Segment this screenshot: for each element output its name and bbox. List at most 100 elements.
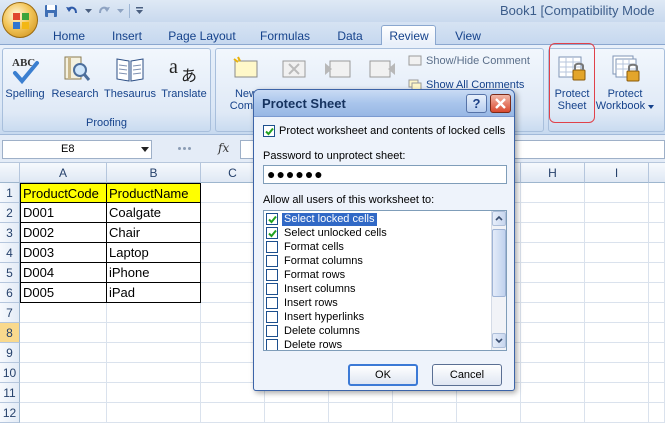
tab-home[interactable]: Home <box>50 27 88 45</box>
permission-checkbox[interactable] <box>266 227 278 239</box>
scroll-down-button[interactable] <box>492 333 506 348</box>
grid-cell[interactable] <box>649 383 665 403</box>
permission-item[interactable]: Format rows <box>266 268 347 282</box>
next-comment-button[interactable] <box>364 53 400 88</box>
protect-worksheet-checkbox-row[interactable]: Protect worksheet and contents of locked… <box>263 125 505 137</box>
grid-cell[interactable] <box>201 403 265 423</box>
grid-cell[interactable] <box>585 243 649 263</box>
grid-cell[interactable] <box>649 323 665 343</box>
grid-cell[interactable] <box>107 323 201 343</box>
permission-checkbox[interactable] <box>266 255 278 267</box>
undo-dropdown-icon[interactable] <box>84 3 92 19</box>
row-header[interactable]: 6 <box>0 283 20 303</box>
grid-cell[interactable] <box>521 403 585 423</box>
table-cell[interactable]: Coalgate <box>107 203 201 223</box>
grid-cell[interactable] <box>20 363 107 383</box>
row-header[interactable]: 10 <box>0 363 20 383</box>
grid-cell[interactable] <box>393 403 457 423</box>
grid-cell[interactable] <box>107 343 201 363</box>
cancel-button[interactable]: Cancel <box>432 364 502 386</box>
tab-data[interactable]: Data <box>332 27 368 45</box>
grid-cell[interactable] <box>20 383 107 403</box>
grid-cell[interactable] <box>521 183 585 203</box>
name-box-dropdown-icon[interactable] <box>141 147 149 152</box>
permission-checkbox[interactable] <box>266 311 278 323</box>
permission-item[interactable]: Delete columns <box>266 324 362 338</box>
permission-item[interactable]: Select locked cells <box>266 212 377 226</box>
tab-formulas[interactable]: Formulas <box>255 27 315 45</box>
tab-view[interactable]: View <box>448 27 488 45</box>
column-header[interactable] <box>649 163 665 183</box>
permissions-scrollbar[interactable] <box>491 211 506 350</box>
spelling-button[interactable]: ABC Spelling <box>3 53 47 100</box>
grid-cell[interactable] <box>649 203 665 223</box>
table-cell[interactable]: D005 <box>20 283 107 303</box>
grid-cell[interactable] <box>585 203 649 223</box>
table-header-cell[interactable]: ProductCode <box>20 183 107 203</box>
dialog-title-bar[interactable]: Protect Sheet ? <box>254 90 514 117</box>
redo-icon[interactable] <box>95 3 113 19</box>
grid-cell[interactable] <box>649 263 665 283</box>
column-header[interactable]: B <box>107 163 201 183</box>
tab-page-layout[interactable]: Page Layout <box>166 27 238 45</box>
grid-cell[interactable] <box>649 223 665 243</box>
grid-cell[interactable] <box>521 383 585 403</box>
show-hide-comment-button[interactable]: Show/Hide Comment <box>408 55 530 67</box>
grid-cell[interactable] <box>107 363 201 383</box>
table-cell[interactable]: iPhone <box>107 263 201 283</box>
grid-cell[interactable] <box>521 303 585 323</box>
office-button[interactable] <box>2 2 38 38</box>
permission-item[interactable]: Format columns <box>266 254 365 268</box>
undo-icon[interactable] <box>63 3 81 19</box>
permission-checkbox[interactable] <box>266 297 278 309</box>
permission-checkbox[interactable] <box>266 269 278 281</box>
grid-cell[interactable] <box>329 403 393 423</box>
grid-cell[interactable] <box>585 363 649 383</box>
grid-cell[interactable] <box>585 263 649 283</box>
permission-checkbox[interactable] <box>266 325 278 337</box>
grid-cell[interactable] <box>585 283 649 303</box>
ok-button[interactable]: OK <box>348 364 418 386</box>
grid-cell[interactable] <box>649 303 665 323</box>
permission-item[interactable]: Format cells <box>266 240 346 254</box>
table-cell[interactable]: D003 <box>20 243 107 263</box>
permission-checkbox[interactable] <box>266 283 278 295</box>
grid-cell[interactable] <box>107 383 201 403</box>
row-header[interactable]: 11 <box>0 383 20 403</box>
name-box[interactable]: E8 <box>2 140 152 159</box>
table-header-cell[interactable]: ProductName <box>107 183 201 203</box>
translate-button[interactable]: a あ Translate <box>158 53 210 100</box>
table-cell[interactable]: Laptop <box>107 243 201 263</box>
table-cell[interactable]: D002 <box>20 223 107 243</box>
tab-review[interactable]: Review <box>384 27 434 45</box>
row-header[interactable]: 7 <box>0 303 20 323</box>
column-header[interactable]: I <box>585 163 649 183</box>
grid-cell[interactable] <box>649 403 665 423</box>
save-icon[interactable] <box>42 3 60 19</box>
grid-cell[interactable] <box>521 343 585 363</box>
row-header[interactable]: 9 <box>0 343 20 363</box>
column-header[interactable]: A <box>20 163 107 183</box>
permission-checkbox[interactable] <box>266 339 278 350</box>
delete-comment-button[interactable] <box>276 53 312 88</box>
row-header[interactable]: 12 <box>0 403 20 423</box>
grid-cell[interactable] <box>107 303 201 323</box>
row-header[interactable]: 1 <box>0 183 20 203</box>
grid-cell[interactable] <box>521 283 585 303</box>
permission-checkbox[interactable] <box>266 213 278 225</box>
grid-cell[interactable] <box>585 403 649 423</box>
grid-cell[interactable] <box>585 383 649 403</box>
permission-item[interactable]: Delete rows <box>266 338 344 350</box>
grid-cell[interactable] <box>649 343 665 363</box>
grid-cell[interactable] <box>649 183 665 203</box>
grid-cell[interactable] <box>107 403 201 423</box>
permission-item[interactable]: Insert columns <box>266 282 358 296</box>
grid-cell[interactable] <box>585 303 649 323</box>
password-field[interactable]: ●●●●●● <box>263 165 507 184</box>
help-button[interactable]: ? <box>466 94 487 113</box>
permission-item[interactable]: Insert hyperlinks <box>266 310 366 324</box>
grid-cell[interactable] <box>649 283 665 303</box>
scroll-up-button[interactable] <box>492 211 506 226</box>
grid-cell[interactable] <box>457 403 521 423</box>
close-button[interactable] <box>490 94 511 113</box>
